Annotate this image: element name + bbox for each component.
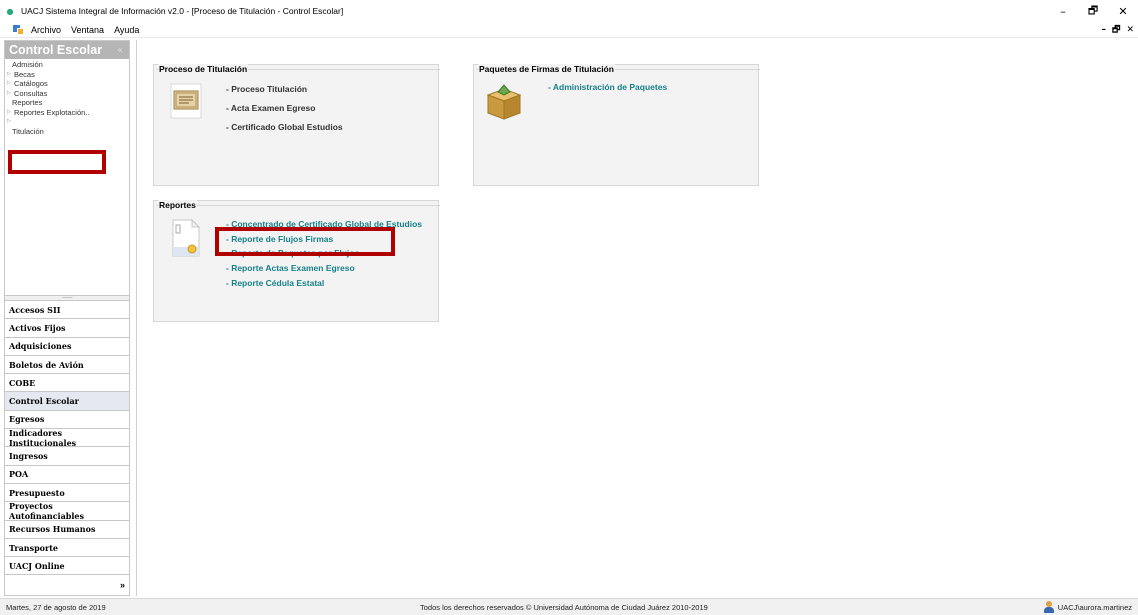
menu-bar: Archivo Ventana Ayuda – 🗗 ✕	[0, 22, 1138, 38]
module-list: Accesos SII Activos Fijos Adquisiciones …	[5, 301, 129, 576]
certificate-icon	[170, 83, 202, 119]
module-poa[interactable]: POA	[5, 465, 129, 484]
expand-arrow-icon[interactable]: ▷	[7, 117, 14, 127]
panel-title: Control Escolar	[9, 43, 103, 57]
module-indicadores-institucionales[interactable]: Indicadores Institucionales	[5, 428, 129, 448]
report-document-icon	[172, 219, 201, 257]
status-username: UACJ\aurora.martinez	[1057, 602, 1132, 612]
module-transporte[interactable]: Transporte	[5, 538, 129, 558]
tree-item-reportes[interactable]: Reportes	[5, 98, 129, 108]
module-accesos-sii[interactable]: Accesos SII	[5, 301, 129, 320]
package-icon	[486, 84, 522, 120]
close-button[interactable]: ✕	[1108, 0, 1138, 22]
panel-header: Control Escolar «	[5, 41, 129, 59]
module-egresos[interactable]: Egresos	[5, 410, 129, 430]
group-divider	[156, 205, 440, 206]
tree-item-consultas[interactable]: ▷ Consultas	[5, 89, 129, 99]
more-modules-icon[interactable]: »	[120, 580, 125, 590]
tree-item-label: Titulación	[12, 126, 44, 136]
expand-arrow-icon[interactable]: ▷	[7, 108, 14, 118]
minimize-button[interactable]: –	[1048, 0, 1078, 22]
mdi-controls: – 🗗 ✕	[1096, 22, 1135, 38]
module-activos-fijos[interactable]: Activos Fijos	[5, 319, 129, 338]
tree-item-label: Reportes	[12, 98, 43, 107]
tree-item-becas[interactable]: ▷ Becas	[5, 70, 129, 80]
tree-item-label: Consultas	[14, 88, 48, 98]
menu-ayuda[interactable]: Ayuda	[114, 25, 139, 35]
restore-button[interactable]: 🗗	[1078, 0, 1108, 22]
mdi-window-icon[interactable]	[13, 24, 25, 36]
link-reporte-actas-examen-egreso[interactable]: - Reporte Actas Examen Egreso	[226, 263, 355, 273]
link-reporte-cedula-estatal[interactable]: - Reporte Cédula Estatal	[226, 278, 324, 288]
title-bar: ● UACJ Sistema Integral de Información v…	[0, 0, 1138, 22]
group-title: Proceso de Titulación	[158, 64, 249, 74]
expand-arrow-icon[interactable]: ▷	[7, 79, 14, 89]
window-controls: – 🗗 ✕	[1048, 0, 1138, 22]
highlight-box-titulacion	[8, 150, 106, 174]
collapse-icon[interactable]: «	[117, 45, 123, 56]
tree-item-label: Admisión	[12, 60, 43, 69]
tree-item-label: Catálogos	[14, 79, 48, 88]
group-paquetes-firmas: Paquetes de Firmas de Titulación - Admin…	[473, 64, 760, 186]
status-user: UACJ\aurora.martinez	[1043, 601, 1132, 613]
tree-item-label: Reportes Explotación..	[14, 107, 90, 117]
tree-item-catalogos[interactable]: ▷ Catálogos	[5, 79, 129, 89]
link-administracion-paquetes[interactable]: - Administración de Paquetes	[548, 82, 667, 92]
group-title: Paquetes de Firmas de Titulación	[478, 64, 615, 74]
mdi-minimize-button[interactable]: –	[1102, 25, 1107, 35]
module-uacj-online[interactable]: UACJ Online	[5, 557, 129, 576]
status-copyright: Todos los derechos reservados © Universi…	[420, 602, 708, 612]
main-content: Proceso de Titulación - Proceso Titulaci…	[136, 40, 1138, 596]
window-title: UACJ Sistema Integral de Información v2.…	[21, 6, 344, 16]
group-reportes: Reportes - Concentrado de Certificado Gl…	[153, 200, 440, 322]
app-icon: ●	[6, 6, 14, 16]
group-proceso-titulacion: Proceso de Titulación - Proceso Titulaci…	[153, 64, 440, 186]
module-cobe[interactable]: COBE	[5, 374, 129, 393]
link-certificado-global-estudios[interactable]: - Certificado Global Estudios	[226, 122, 343, 132]
module-presupuesto[interactable]: Presupuesto	[5, 483, 129, 503]
module-boletos-de-avion[interactable]: Boletos de Avión	[5, 355, 129, 375]
modules-footer: »	[5, 575, 129, 594]
mdi-close-button[interactable]: ✕	[1126, 25, 1134, 35]
module-control-escolar[interactable]: Control Escolar	[5, 392, 129, 411]
group-title: Reportes	[158, 200, 197, 210]
tree-item-label: Becas	[14, 69, 35, 79]
navigation-panel: Control Escolar « Admisión ▷ Becas ▷ Catál…	[4, 40, 130, 596]
highlight-box-flujos-firmas	[215, 227, 395, 256]
expand-arrow-icon[interactable]: ▷	[7, 70, 14, 80]
tree-item-hidden[interactable]: ▷	[5, 117, 129, 127]
module-recursos-humanos[interactable]: Recursos Humanos	[5, 520, 129, 539]
menu-ventana[interactable]: Ventana	[71, 25, 104, 35]
module-ingresos[interactable]: Ingresos	[5, 447, 129, 466]
status-date: Martes, 27 de agosto de 2019	[6, 602, 106, 612]
module-proyectos-autofinanciables[interactable]: Proyectos Autofinanciables	[5, 501, 129, 521]
module-adquisiciones[interactable]: Adquisiciones	[5, 337, 129, 356]
user-icon	[1043, 601, 1054, 613]
tree-item-reportes-explotacion[interactable]: ▷ Reportes Explotación..	[5, 108, 129, 118]
expand-arrow-icon[interactable]: ▷	[7, 89, 14, 99]
link-proceso-titulacion[interactable]: - Proceso Titulación	[226, 84, 307, 94]
tree-item-titulacion[interactable]: Titulación	[5, 127, 129, 137]
status-bar: Martes, 27 de agosto de 2019 Todos los d…	[0, 598, 1138, 615]
link-acta-examen-egreso[interactable]: - Acta Examen Egreso	[226, 103, 315, 113]
mdi-restore-button[interactable]: 🗗	[1112, 22, 1120, 38]
nav-tree: Admisión ▷ Becas ▷ Catálogos ▷ Consultas Re…	[5, 59, 129, 295]
menu-archivo[interactable]: Archivo	[31, 25, 61, 35]
tree-item-admision[interactable]: Admisión	[5, 60, 129, 70]
